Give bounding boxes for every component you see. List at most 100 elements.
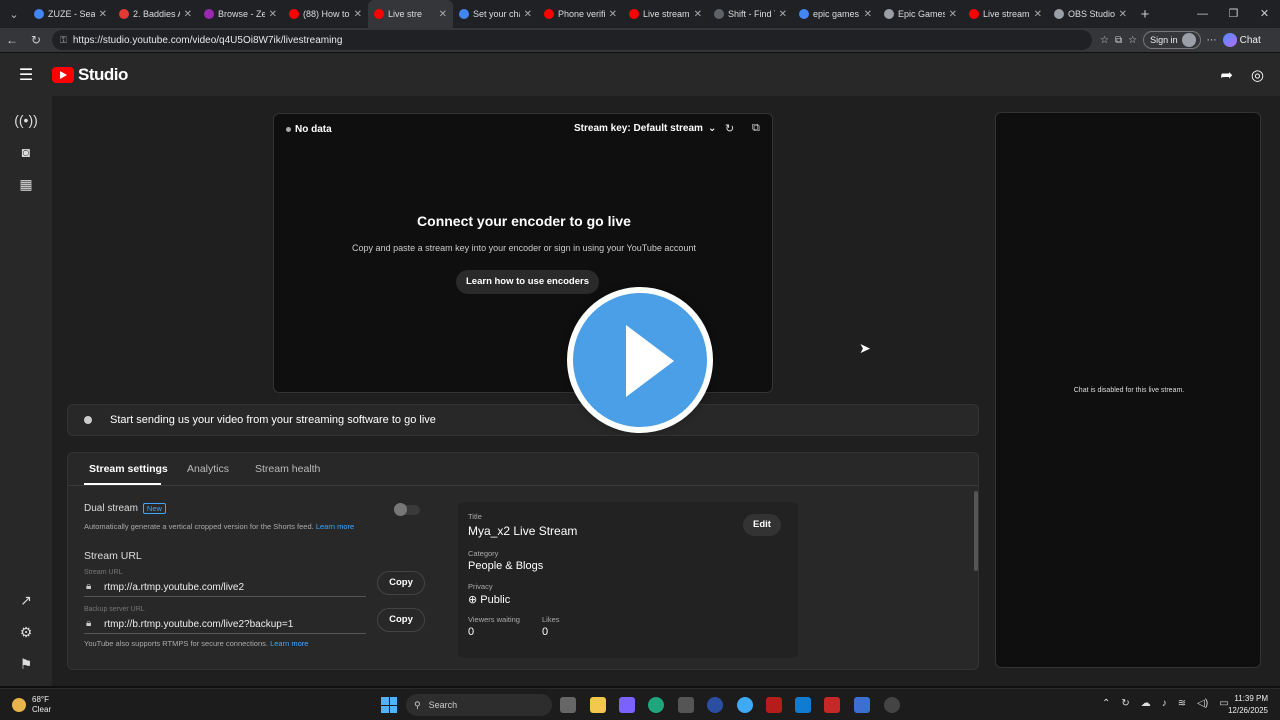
stream-key-dropdown[interactable]: Stream key: Default stream ⌄ bbox=[574, 123, 716, 134]
copilot-app-icon[interactable] bbox=[619, 697, 635, 713]
volume-icon[interactable]: ◁) bbox=[1197, 698, 1208, 709]
dual-stream-toggle[interactable] bbox=[394, 503, 420, 516]
dual-stream-learn-more-link[interactable]: Learn more bbox=[316, 522, 354, 531]
more-options-icon[interactable]: ⋯ bbox=[1207, 35, 1217, 46]
tab-stream-settings[interactable]: Stream settings bbox=[89, 463, 168, 475]
refresh-icon[interactable]: ↻ bbox=[725, 122, 734, 135]
windows-start-icon[interactable] bbox=[381, 697, 397, 713]
browser-tab[interactable]: (88) How to S ✕ bbox=[283, 0, 368, 28]
mcafee-shield-icon[interactable] bbox=[824, 697, 840, 713]
likes-value: 0 bbox=[542, 626, 549, 638]
browser-tab[interactable]: Set your cha ✕ bbox=[453, 0, 538, 28]
wifi-icon[interactable]: ≋ bbox=[1178, 698, 1186, 709]
bookmark-star-icon[interactable]: ☆ bbox=[1100, 35, 1109, 46]
chrome-icon[interactable] bbox=[737, 697, 753, 713]
browser-tab[interactable]: Shift - Find Th ✕ bbox=[708, 0, 793, 28]
edge-icon[interactable] bbox=[648, 697, 664, 713]
browser-tab[interactable]: epic games la ✕ bbox=[793, 0, 878, 28]
copilot-icon bbox=[1222, 33, 1237, 47]
stream-icon[interactable]: ((•)) bbox=[0, 112, 52, 128]
globe-icon: ⊕ bbox=[468, 594, 478, 606]
hp-icon[interactable] bbox=[707, 697, 723, 713]
extensions-icon[interactable]: ⧉ bbox=[1115, 35, 1122, 46]
mcafee-icon[interactable] bbox=[766, 697, 782, 713]
cloud-icon[interactable]: ☁ bbox=[1141, 698, 1151, 709]
tab-close-icon[interactable]: ✕ bbox=[354, 9, 362, 20]
edit-button[interactable]: Edit bbox=[743, 514, 781, 536]
rtmps-learn-more-link[interactable]: Learn more bbox=[270, 639, 308, 648]
browser-tab[interactable]: ZUZE - Search ✕ bbox=[28, 0, 113, 28]
sync-icon[interactable]: ↻ bbox=[1121, 698, 1129, 709]
tab-close-icon[interactable]: ✕ bbox=[609, 9, 617, 20]
tab-favicon-icon bbox=[119, 9, 129, 19]
external-link-icon[interactable]: ↗ bbox=[0, 592, 52, 609]
obs-icon[interactable] bbox=[884, 697, 900, 713]
tab-close-icon[interactable]: ✕ bbox=[1119, 9, 1127, 20]
close-window-icon[interactable]: ✕ bbox=[1249, 0, 1280, 28]
copy-backup-url-button[interactable]: Copy bbox=[377, 608, 425, 632]
tab-close-icon[interactable]: ✕ bbox=[864, 9, 872, 20]
dual-stream-desc-text: Automatically generate a vertical croppe… bbox=[84, 522, 314, 531]
back-icon[interactable]: ← bbox=[0, 33, 24, 47]
share-icon[interactable]: ➦ bbox=[1220, 66, 1233, 84]
tab-search-icon[interactable]: ⌄ bbox=[0, 0, 28, 28]
taskbar-search[interactable]: ⚲ Search bbox=[406, 694, 552, 716]
app-icon[interactable] bbox=[854, 697, 870, 713]
site-info-icon[interactable]: ⚿ bbox=[60, 35, 67, 46]
tab-close-icon[interactable]: ✕ bbox=[779, 9, 787, 20]
settings-scrollbar[interactable] bbox=[974, 491, 978, 571]
feedback-icon[interactable]: ⚑ bbox=[0, 656, 52, 673]
browser-tab[interactable]: Epic Games S ✕ bbox=[878, 0, 963, 28]
url-field[interactable]: ⚿ https://studio.youtube.com/video/q4U5O… bbox=[52, 30, 1092, 50]
favorites-icon[interactable]: ☆ bbox=[1128, 35, 1137, 46]
new-tab-button[interactable]: + bbox=[1133, 6, 1157, 23]
tab-close-icon[interactable]: ✕ bbox=[949, 9, 957, 20]
tab-close-icon[interactable]: ✕ bbox=[694, 9, 702, 20]
menu-icon[interactable]: ☰ bbox=[0, 65, 52, 85]
clock[interactable]: 11:39 PM 12/26/2025 bbox=[1222, 693, 1268, 717]
calculator-icon[interactable] bbox=[678, 697, 694, 713]
tab-analytics[interactable]: Analytics bbox=[187, 463, 229, 475]
tab-close-icon[interactable]: ✕ bbox=[184, 9, 192, 20]
system-tray: ⌃ ↻ ☁ ♪ ≋ ◁) ▭ bbox=[1102, 698, 1229, 709]
tab-title: Shift - Find Th bbox=[728, 9, 775, 19]
minimize-icon[interactable]: — bbox=[1187, 0, 1218, 28]
tab-close-icon[interactable]: ✕ bbox=[269, 9, 277, 20]
weather-widget[interactable]: 68°F Clear bbox=[12, 695, 51, 715]
tab-close-icon[interactable]: ✕ bbox=[1034, 9, 1042, 20]
settings-gear-icon[interactable]: ⚙ bbox=[0, 624, 52, 641]
sign-in-button[interactable]: Sign in bbox=[1143, 31, 1201, 49]
backup-url-field[interactable]: Backup server URL 🔒︎ rtmp://b.rtmp.youtu… bbox=[84, 606, 366, 634]
reload-icon[interactable]: ↻ bbox=[24, 33, 48, 47]
outlook-icon[interactable] bbox=[795, 697, 811, 713]
copy-stream-url-button[interactable]: Copy bbox=[377, 571, 425, 595]
maximize-icon[interactable]: ❐ bbox=[1218, 0, 1249, 28]
tab-close-icon[interactable]: ✕ bbox=[524, 9, 532, 20]
task-view-icon[interactable] bbox=[560, 697, 576, 713]
browser-tab[interactable]: Phone verific ✕ bbox=[538, 0, 623, 28]
account-icon[interactable]: ◎ bbox=[1251, 66, 1264, 84]
lock-icon: 🔒︎ bbox=[86, 581, 92, 592]
browser-tab[interactable]: Live streamin ✕ bbox=[623, 0, 708, 28]
play-icon[interactable] bbox=[567, 287, 713, 433]
learn-encoders-button[interactable]: Learn how to use encoders bbox=[456, 270, 599, 294]
browser-tab[interactable]: Browse - Zeu ✕ bbox=[198, 0, 283, 28]
browser-tab[interactable]: Live streamin ✕ bbox=[963, 0, 1048, 28]
copy-icon[interactable]: ⧉ bbox=[752, 122, 760, 135]
browser-tab[interactable]: 2. Baddies Atl ✕ bbox=[113, 0, 198, 28]
stream-url-field[interactable]: Stream URL 🔒︎ rtmp://a.rtmp.youtube.com/… bbox=[84, 569, 366, 597]
calendar-icon[interactable]: ▦ bbox=[0, 176, 52, 193]
chevron-up-icon[interactable]: ⌃ bbox=[1102, 698, 1110, 709]
browser-tab[interactable]: Live stre ✕ bbox=[368, 0, 453, 28]
studio-logo[interactable]: Studio bbox=[52, 65, 128, 85]
tab-title: Browse - Zeu bbox=[218, 9, 265, 19]
tab-favicon-icon bbox=[459, 9, 469, 19]
copilot-chat-button[interactable]: Chat bbox=[1222, 33, 1261, 47]
microphone-icon[interactable]: ♪ bbox=[1162, 698, 1167, 709]
file-explorer-icon[interactable] bbox=[590, 697, 606, 713]
tab-close-icon[interactable]: ✕ bbox=[99, 9, 107, 20]
tab-close-icon[interactable]: ✕ bbox=[439, 9, 447, 20]
tab-stream-health[interactable]: Stream health bbox=[255, 463, 320, 475]
webcam-icon[interactable]: ◙ bbox=[0, 144, 52, 160]
browser-tab[interactable]: OBS Studio ✕ bbox=[1048, 0, 1133, 28]
